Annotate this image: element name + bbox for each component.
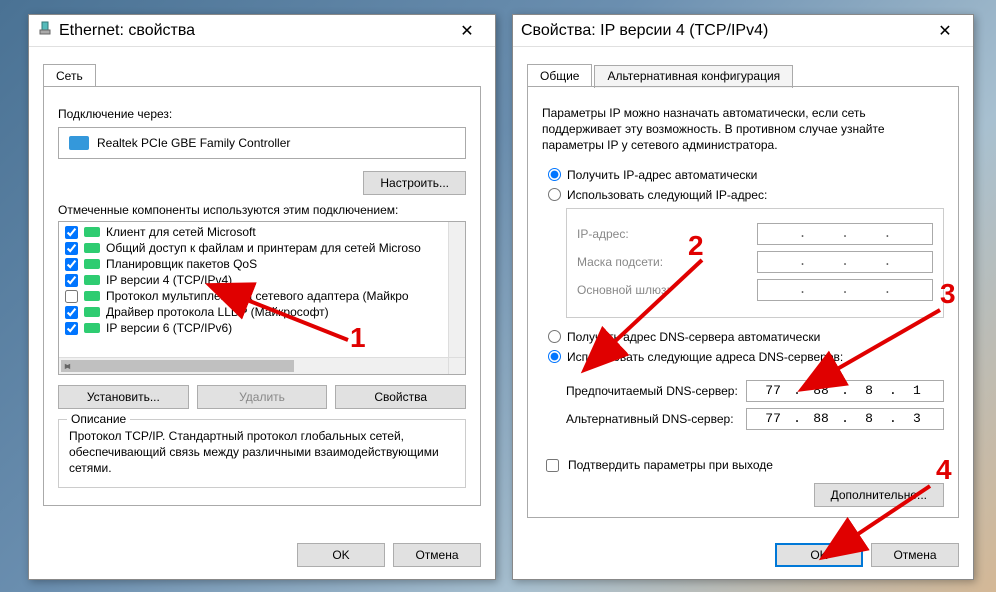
component-item[interactable]: Драйвер протокола LLDP (Майкрософт) [59, 304, 465, 320]
component-label: Протокол мультиплексора сетевого адаптер… [106, 289, 409, 303]
tab-alternate-config[interactable]: Альтернативная конфигурация [594, 65, 793, 88]
titlebar[interactable]: Ethernet: свойства ✕ [29, 15, 495, 47]
component-checkbox[interactable] [65, 258, 78, 271]
tab-general[interactable]: Общие [527, 64, 592, 87]
cancel-button[interactable]: Отмена [871, 543, 959, 567]
window-title: Ethernet: свойства [59, 22, 195, 40]
radio-ip-manual[interactable] [548, 188, 561, 201]
close-icon[interactable]: ✕ [925, 21, 965, 41]
configure-button[interactable]: Настроить... [363, 171, 466, 195]
component-item[interactable]: Планировщик пакетов QoS [59, 256, 465, 272]
validate-on-exit-checkbox[interactable] [546, 459, 559, 472]
advanced-button[interactable]: Дополнительно... [814, 483, 944, 507]
subnet-mask-input: ... [757, 251, 933, 273]
ip-address-label: IP-адрес: [577, 227, 757, 241]
tab-panel-network: Подключение через: Realtek PCIe GBE Fami… [43, 86, 481, 506]
ip-fields-group: IP-адрес: ... Маска подсети: ... Основно… [566, 208, 944, 318]
intro-text: Параметры IP можно назначать автоматичес… [542, 105, 944, 154]
radio-dns-manual-label: Использовать следующие адреса DNS-сервер… [567, 350, 843, 364]
dns-fields-group: Предпочитаемый DNS-сервер: 77. 88. 8. 1 … [566, 370, 944, 440]
install-button[interactable]: Установить... [58, 385, 189, 409]
dns-preferred-input[interactable]: 77. 88. 8. 1 [746, 380, 944, 402]
ip-address-input: ... [757, 223, 933, 245]
component-checkbox[interactable] [65, 242, 78, 255]
ok-button[interactable]: OK [775, 543, 863, 567]
properties-button[interactable]: Свойства [335, 385, 466, 409]
tab-panel-general: Параметры IP можно назначать автоматичес… [527, 86, 959, 518]
component-checkbox[interactable] [65, 226, 78, 239]
component-label: Драйвер протокола LLDP (Майкрософт) [106, 305, 329, 319]
component-label: Общий доступ к файлам и принтерам для се… [106, 241, 421, 255]
protocol-icon [84, 307, 100, 317]
connect-through-label: Подключение через: [58, 107, 466, 121]
radio-ip-manual-label: Использовать следующий IP-адрес: [567, 188, 767, 202]
component-label: Клиент для сетей Microsoft [106, 225, 256, 239]
component-item[interactable]: Клиент для сетей Microsoft [59, 224, 465, 240]
scrollbar-horizontal[interactable]: ◄► [59, 357, 448, 374]
component-item[interactable]: Протокол мультиплексора сетевого адаптер… [59, 288, 465, 304]
ipv4-properties-dialog: Свойства: IP версии 4 (TCP/IPv4) ✕ Общие… [512, 14, 974, 580]
gateway-input: ... [757, 279, 933, 301]
protocol-icon [84, 227, 100, 237]
components-label: Отмеченные компоненты используются этим … [58, 203, 466, 217]
ok-button[interactable]: OK [297, 543, 385, 567]
description-group: Описание Протокол TCP/IP. Стандартный пр… [58, 419, 466, 488]
description-text: Протокол TCP/IP. Стандартный протокол гл… [69, 428, 455, 477]
component-label: Планировщик пакетов QoS [106, 257, 257, 271]
component-item[interactable]: Общий доступ к файлам и принтерам для се… [59, 240, 465, 256]
protocol-icon [84, 259, 100, 269]
radio-dns-manual[interactable] [548, 350, 561, 363]
component-label: IP версии 6 (TCP/IPv6) [106, 321, 232, 335]
protocol-icon [84, 323, 100, 333]
component-item[interactable]: IP версии 6 (TCP/IPv6) [59, 320, 465, 336]
titlebar[interactable]: Свойства: IP версии 4 (TCP/IPv4) ✕ [513, 15, 973, 47]
component-label: IP версии 4 (TCP/IPv4) [106, 273, 232, 287]
protocol-icon [84, 243, 100, 253]
component-checkbox[interactable] [65, 306, 78, 319]
radio-ip-auto-label: Получить IP-адрес автоматически [567, 168, 757, 182]
dns-alternate-input[interactable]: 77. 88. 8. 3 [746, 408, 944, 430]
protocol-icon [84, 275, 100, 285]
radio-dns-auto-label: Получить адрес DNS-сервера автоматически [567, 330, 820, 344]
network-adapter-icon [37, 20, 53, 41]
scrollbar-vertical[interactable] [448, 222, 465, 357]
cancel-button[interactable]: Отмена [393, 543, 481, 567]
monitor-icon [69, 136, 89, 150]
components-listbox[interactable]: Клиент для сетей Microsoft Общий доступ к… [58, 221, 466, 375]
close-icon[interactable]: ✕ [447, 21, 487, 41]
validate-on-exit-label: Подтвердить параметры при выходе [568, 458, 773, 472]
component-checkbox[interactable] [65, 274, 78, 287]
tab-network[interactable]: Сеть [43, 64, 96, 87]
component-item[interactable]: IP версии 4 (TCP/IPv4) [59, 272, 465, 288]
dns-preferred-label: Предпочитаемый DNS-сервер: [566, 384, 746, 398]
adapter-name: Realtek PCIe GBE Family Controller [97, 136, 290, 150]
radio-dns-auto[interactable] [548, 330, 561, 343]
description-legend: Описание [67, 412, 130, 426]
component-checkbox[interactable] [65, 322, 78, 335]
protocol-icon [84, 291, 100, 301]
adapter-selector[interactable]: Realtek PCIe GBE Family Controller [58, 127, 466, 159]
dns-alternate-label: Альтернативный DNS-сервер: [566, 412, 746, 426]
ethernet-properties-dialog: Ethernet: свойства ✕ Сеть Подключение че… [28, 14, 496, 580]
radio-ip-auto[interactable] [548, 168, 561, 181]
remove-button[interactable]: Удалить [197, 385, 328, 409]
gateway-label: Основной шлюз: [577, 283, 757, 297]
window-title: Свойства: IP версии 4 (TCP/IPv4) [521, 22, 768, 40]
component-checkbox[interactable] [65, 290, 78, 303]
subnet-mask-label: Маска подсети: [577, 255, 757, 269]
